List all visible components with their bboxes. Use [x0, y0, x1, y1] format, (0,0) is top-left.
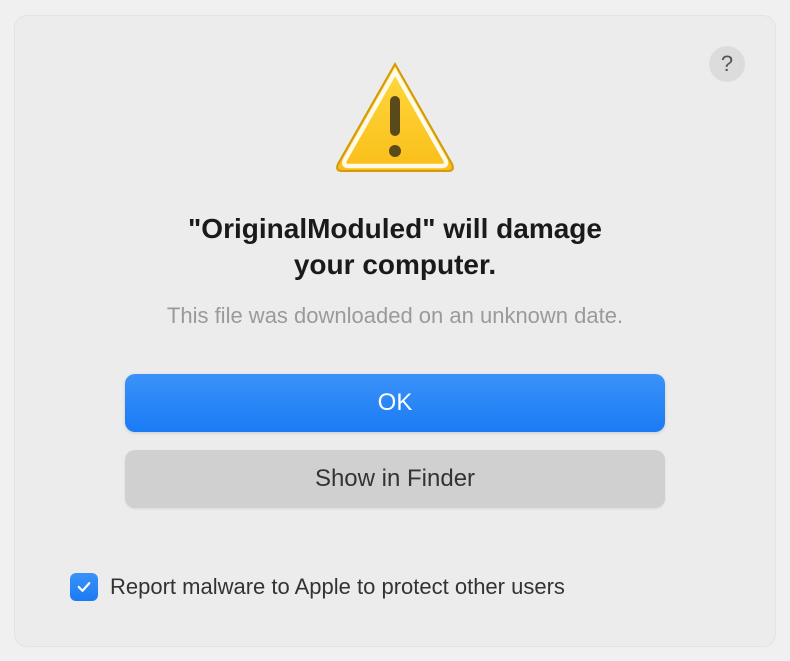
help-button[interactable]: ?	[709, 46, 745, 82]
report-checkbox-row: Report malware to Apple to protect other…	[70, 573, 565, 601]
title-line-2: your computer.	[294, 249, 496, 280]
report-checkbox[interactable]	[70, 573, 98, 601]
alert-dialog: ? "OriginalModuled" will damage your com…	[15, 16, 775, 646]
warning-icon	[330, 56, 460, 181]
dialog-subtitle: This file was downloaded on an unknown d…	[167, 303, 623, 329]
ok-button[interactable]: OK	[125, 374, 665, 432]
ok-button-label: OK	[378, 389, 413, 417]
dialog-title: "OriginalModuled" will damage your compu…	[188, 211, 602, 284]
show-in-finder-button[interactable]: Show in Finder	[125, 450, 665, 508]
report-checkbox-label: Report malware to Apple to protect other…	[110, 574, 565, 600]
show-in-finder-label: Show in Finder	[315, 465, 475, 493]
checkmark-icon	[75, 578, 93, 596]
title-line-1: "OriginalModuled" will damage	[188, 213, 602, 244]
help-icon: ?	[721, 51, 733, 77]
